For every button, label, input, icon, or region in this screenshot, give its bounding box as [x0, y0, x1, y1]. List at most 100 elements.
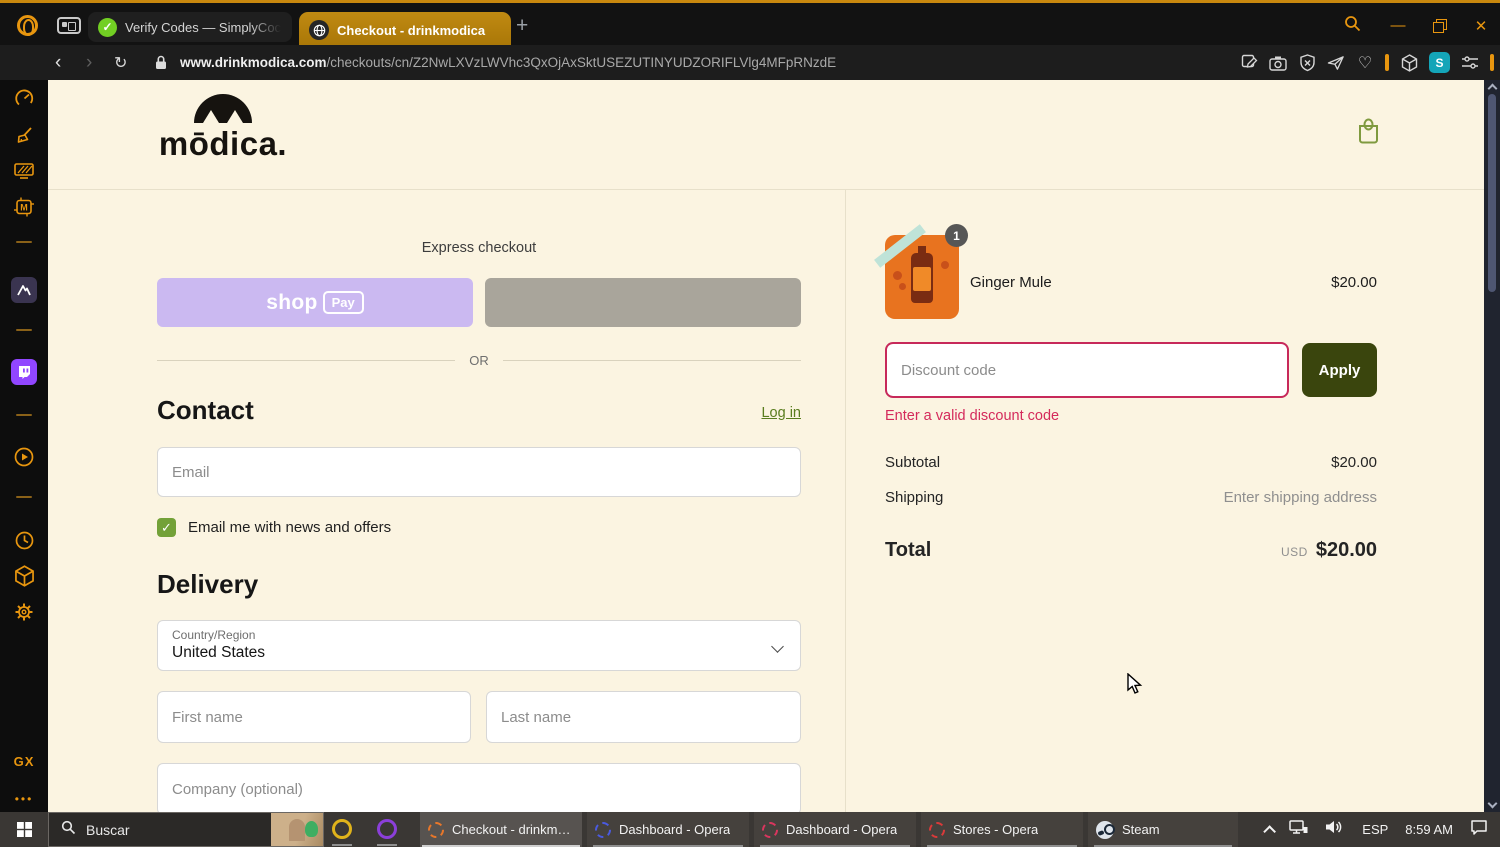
reload-button[interactable]: ↻ — [114, 53, 127, 73]
mouse-cursor — [1127, 673, 1143, 694]
opera-ring-icon — [595, 821, 611, 838]
opera-purple-icon[interactable] — [377, 819, 397, 839]
extensions-cube-icon[interactable] — [1400, 53, 1418, 72]
forward-button[interactable]: › — [86, 53, 92, 72]
network-icon[interactable] — [1289, 819, 1308, 840]
bottle-graphic — [911, 246, 933, 303]
scrollbar-thumb[interactable] — [1488, 94, 1496, 292]
search-placeholder: Buscar — [86, 821, 130, 838]
newsletter-label: Email me with news and offers — [188, 519, 392, 536]
action-center-icon[interactable] — [1470, 819, 1488, 841]
flow-send-icon[interactable] — [1327, 54, 1345, 72]
express-button-loading[interactable] — [485, 278, 801, 327]
cleaner-broom-icon[interactable] — [0, 125, 48, 146]
taskbar-window-dashboard-2[interactable]: Dashboard - Opera — [754, 812, 916, 847]
sidebar-more-button[interactable]: ••• — [0, 792, 48, 806]
taskbar-window-stores[interactable]: Stores - Opera — [921, 812, 1083, 847]
modica-arch-mark — [194, 94, 252, 123]
first-name-field[interactable] — [157, 691, 471, 743]
gx-corner-button[interactable]: GX — [0, 754, 48, 769]
newsletter-row: ✓ Email me with news and offers — [157, 518, 391, 537]
subtotal-row: Subtotal $20.00 — [885, 454, 1377, 471]
apply-button[interactable]: Apply — [1302, 343, 1377, 397]
shipping-label: Shipping — [885, 489, 944, 506]
lock-icon[interactable] — [155, 55, 167, 75]
tab-tiling-icon[interactable] — [57, 17, 81, 34]
discount-code-field[interactable] — [885, 342, 1289, 398]
search-icon — [61, 820, 76, 840]
sidebar-divider — [16, 241, 32, 243]
gx-mods-chip-icon[interactable]: M — [0, 196, 48, 218]
cart-bag-icon[interactable] — [1357, 118, 1380, 149]
svg-text:M: M — [20, 203, 28, 213]
screen: ✓ Verify Codes — SimplyCoc Checkout - dr… — [0, 0, 1500, 847]
start-button[interactable] — [0, 812, 48, 847]
scroll-down-arrow[interactable] — [1487, 798, 1497, 809]
new-tab-button[interactable]: + — [516, 15, 528, 36]
login-link[interactable]: Log in — [761, 405, 801, 421]
restore-button[interactable] — [1433, 19, 1447, 33]
snapshot-camera-icon[interactable] — [1269, 54, 1287, 72]
column-divider — [845, 190, 846, 812]
themes-monitor-icon[interactable] — [0, 161, 48, 181]
twitch-icon[interactable] — [0, 359, 48, 385]
shop-pay-button[interactable]: shop Pay — [157, 278, 473, 327]
or-label: OR — [469, 353, 489, 368]
product-price: $20.00 — [1331, 274, 1377, 291]
taskbar-window-checkout[interactable]: Checkout - drinkmo... — [420, 812, 582, 847]
back-button[interactable]: ‹ — [55, 53, 61, 72]
minimize-button[interactable]: — — [1387, 17, 1409, 34]
tab-label: Checkout - drinkmodica — [337, 22, 486, 38]
speedometer-icon[interactable] — [0, 88, 48, 109]
extensions-cube-icon[interactable] — [0, 565, 48, 587]
country-select[interactable]: Country/Region United States — [157, 620, 801, 671]
url-field[interactable]: www.drinkmodica.com/checkouts/cn/Z2NwLXV… — [180, 45, 836, 80]
gx-sidebar: M GX ••• — [0, 80, 48, 812]
discount-error-message: Enter a valid discount code — [885, 408, 1060, 424]
opera-gx-logo[interactable] — [17, 15, 38, 36]
system-tray: ESP 8:59 AM — [1263, 812, 1500, 847]
scroll-up-arrow[interactable] — [1487, 83, 1497, 94]
checkout-form: Express checkout shop Pay OR Contact Log… — [157, 190, 801, 812]
tray-chevron-up-icon[interactable] — [1263, 825, 1277, 838]
favorites-heart-icon[interactable]: ♡ — [1356, 54, 1374, 72]
subtotal-value: $20.00 — [1331, 454, 1377, 471]
country-select-value: United States — [172, 644, 266, 661]
delivery-heading: Delivery — [157, 569, 259, 599]
sidebar-divider — [16, 329, 32, 331]
search-box-image[interactable] — [271, 813, 323, 846]
email-field[interactable] — [157, 447, 801, 497]
adblock-shield-icon[interactable] — [1298, 53, 1316, 72]
tab-checkout-active[interactable]: Checkout - drinkmodica — [299, 12, 511, 48]
sidebar-divider — [16, 496, 32, 498]
close-button[interactable]: ✕ — [1470, 17, 1492, 35]
opera-yellow-icon[interactable] — [332, 819, 352, 839]
history-clock-icon[interactable] — [0, 530, 48, 551]
product-thumbnail — [874, 224, 959, 319]
simplycodes-extension-badge[interactable]: S — [1429, 52, 1450, 73]
player-play-icon[interactable] — [0, 446, 48, 468]
settings-sliders-icon[interactable] — [1461, 54, 1479, 72]
last-name-field[interactable] — [486, 691, 801, 743]
volume-icon[interactable] — [1325, 819, 1345, 840]
currency-code: USD — [1280, 545, 1308, 559]
company-field[interactable] — [157, 763, 801, 812]
shop-pay-pay-word: Pay — [322, 291, 364, 314]
newsletter-checkbox[interactable]: ✓ — [157, 518, 176, 537]
separator-pill — [1490, 54, 1494, 71]
keyboard-language[interactable]: ESP — [1362, 822, 1388, 837]
pinned-site-icon[interactable] — [0, 277, 48, 303]
taskbar-search[interactable]: Buscar — [48, 812, 324, 847]
clock[interactable]: 8:59 AM — [1405, 822, 1453, 837]
search-icon[interactable] — [1341, 15, 1363, 36]
pinboard-icon[interactable] — [1240, 54, 1258, 72]
subtotal-label: Subtotal — [885, 454, 941, 471]
taskbar-window-dashboard-1[interactable]: Dashboard - Opera — [587, 812, 749, 847]
settings-gear-icon[interactable] — [0, 601, 48, 623]
globe-icon — [309, 20, 329, 40]
taskbar-window-steam[interactable]: Steam — [1088, 812, 1238, 847]
tab-verify-codes[interactable]: ✓ Verify Codes — SimplyCoc — [88, 12, 292, 42]
opera-gx-ring-icon — [428, 821, 444, 838]
modica-logo[interactable]: mōdica. — [153, 94, 293, 163]
vertical-scrollbar[interactable] — [1484, 80, 1500, 812]
